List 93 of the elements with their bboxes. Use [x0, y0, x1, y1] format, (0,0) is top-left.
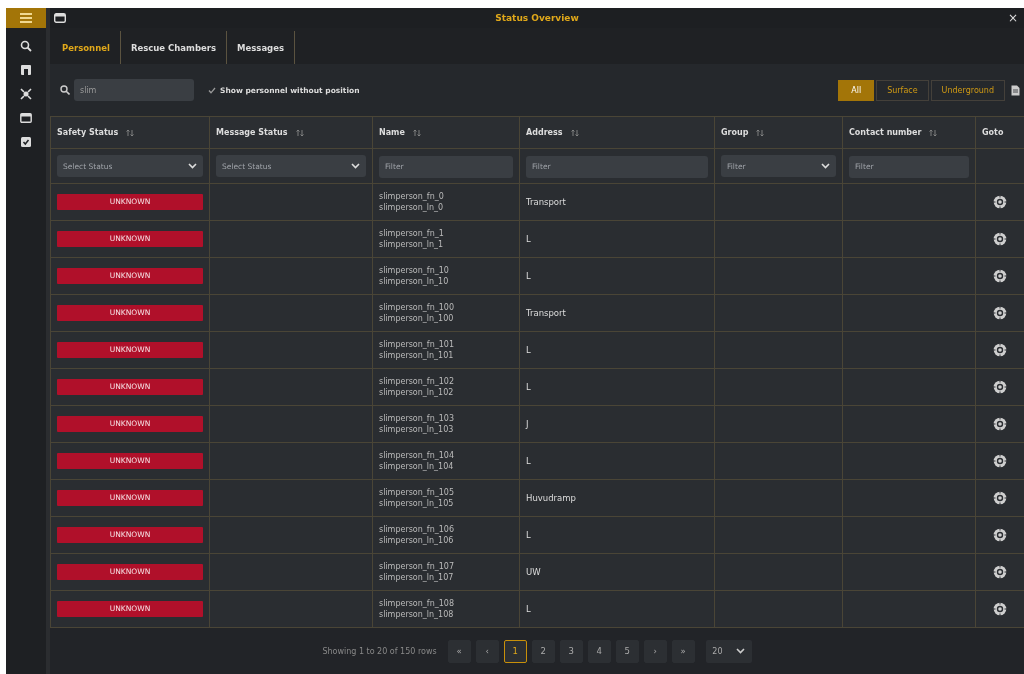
first-name: slimperson_fn_102 — [379, 376, 455, 387]
first-name: slimperson_fn_108 — [379, 598, 455, 609]
crosshair-icon[interactable] — [993, 565, 1007, 579]
checkbox[interactable] — [208, 86, 216, 94]
pagination-summary: Showing 1 to 20 of 150 rows — [322, 646, 437, 656]
chevron-down-icon — [821, 163, 830, 169]
first-name: slimperson_fn_103 — [379, 413, 455, 424]
sort-icon[interactable] — [412, 128, 421, 137]
search-icon — [60, 85, 70, 95]
first-name: slimperson_fn_0 — [379, 191, 445, 202]
first-page-button[interactable]: « — [447, 639, 471, 663]
menu-icon — [20, 13, 32, 23]
sort-icon[interactable] — [756, 128, 765, 137]
last-name: slimperson_ln_104 — [379, 461, 455, 472]
last-name: slimperson_ln_108 — [379, 609, 455, 620]
address-text: J — [526, 419, 529, 429]
address-text: Huvudramp — [526, 493, 576, 503]
address-text: UW — [526, 567, 541, 577]
checklist-icon[interactable] — [20, 136, 32, 148]
column-header[interactable]: Goto — [982, 128, 1004, 137]
last-name: slimperson_ln_103 — [379, 424, 455, 435]
document-icon[interactable] — [1011, 84, 1020, 96]
window-title: Status Overview — [494, 13, 580, 23]
last-name: slimperson_ln_1 — [379, 239, 445, 250]
address-text: L — [526, 604, 531, 614]
page-button[interactable]: 4 — [587, 639, 611, 663]
chevron-down-icon — [735, 648, 745, 654]
card-icon[interactable] — [20, 112, 32, 124]
crosshair-icon[interactable] — [993, 417, 1007, 431]
column-header[interactable]: Message Status — [216, 128, 288, 137]
first-name: slimperson_fn_1 — [379, 228, 445, 239]
chevron-down-icon — [188, 163, 197, 169]
close-button[interactable]: × — [1007, 12, 1018, 24]
address-text: L — [526, 234, 531, 244]
last-name: slimperson_ln_102 — [379, 387, 455, 398]
address-text: Transport — [526, 308, 566, 318]
last-name: slimperson_ln_0 — [379, 202, 445, 213]
column-header[interactable]: Safety Status — [57, 128, 119, 137]
crosshair-icon[interactable] — [993, 195, 1007, 209]
crosshair-icon[interactable] — [993, 491, 1007, 505]
sort-icon[interactable] — [570, 128, 579, 137]
last-name: slimperson_ln_10 — [379, 276, 450, 287]
first-name: slimperson_fn_107 — [379, 561, 455, 572]
address-text: L — [526, 271, 531, 281]
first-name: slimperson_fn_100 — [379, 302, 455, 313]
check-icon — [208, 86, 216, 94]
last-name: slimperson_ln_107 — [379, 572, 455, 583]
first-name: slimperson_fn_104 — [379, 450, 455, 461]
address-text: L — [526, 345, 531, 355]
column-header[interactable]: Contact number — [849, 128, 922, 137]
filter-button[interactable]: Surface — [876, 79, 929, 101]
column-header[interactable]: Name — [379, 128, 405, 137]
first-name: slimperson_fn_106 — [379, 524, 455, 535]
search-icon[interactable] — [20, 40, 32, 52]
page-button[interactable]: 2 — [531, 639, 555, 663]
chevron-down-icon — [351, 163, 360, 169]
last-page-button[interactable]: » — [671, 639, 695, 663]
crosshair-icon[interactable] — [993, 232, 1007, 246]
sort-icon[interactable] — [929, 128, 938, 137]
column-header[interactable]: Address — [526, 128, 563, 137]
column-header[interactable]: Group — [721, 128, 749, 137]
address-text: L — [526, 382, 531, 392]
crosshair-icon[interactable] — [993, 306, 1007, 320]
network-icon[interactable] — [20, 88, 32, 100]
window-icon — [54, 13, 66, 23]
last-name: slimperson_ln_106 — [379, 535, 455, 546]
filter-button[interactable]: All — [838, 79, 875, 101]
page-button[interactable]: 3 — [559, 639, 583, 663]
address-text: L — [526, 530, 531, 540]
crosshair-icon[interactable] — [993, 380, 1007, 394]
sort-icon[interactable] — [295, 128, 304, 137]
page-button[interactable]: 1 — [503, 639, 527, 663]
search-field[interactable]: slim — [74, 79, 194, 101]
crosshair-icon[interactable] — [993, 343, 1007, 357]
page-size-dropdown[interactable]: 20 — [705, 639, 752, 663]
page-button[interactable]: 5 — [615, 639, 639, 663]
menu-button[interactable] — [6, 8, 46, 28]
last-name: slimperson_ln_105 — [379, 498, 455, 509]
previous-page-button[interactable]: ‹ — [475, 639, 499, 663]
first-name: slimperson_fn_105 — [379, 487, 455, 498]
last-name: slimperson_ln_100 — [379, 313, 455, 324]
crosshair-icon[interactable] — [993, 454, 1007, 468]
first-name: slimperson_fn_101 — [379, 339, 455, 350]
crosshair-icon[interactable] — [993, 602, 1007, 616]
first-name: slimperson_fn_10 — [379, 265, 450, 276]
crosshair-icon[interactable] — [993, 528, 1007, 542]
address-text: L — [526, 456, 531, 466]
address-text: Transport — [526, 197, 566, 207]
next-page-button[interactable]: › — [643, 639, 667, 663]
sort-icon[interactable] — [126, 128, 135, 137]
last-name: slimperson_ln_101 — [379, 350, 455, 361]
crosshair-icon[interactable] — [993, 269, 1007, 283]
filter-button[interactable]: Underground — [930, 79, 1005, 101]
